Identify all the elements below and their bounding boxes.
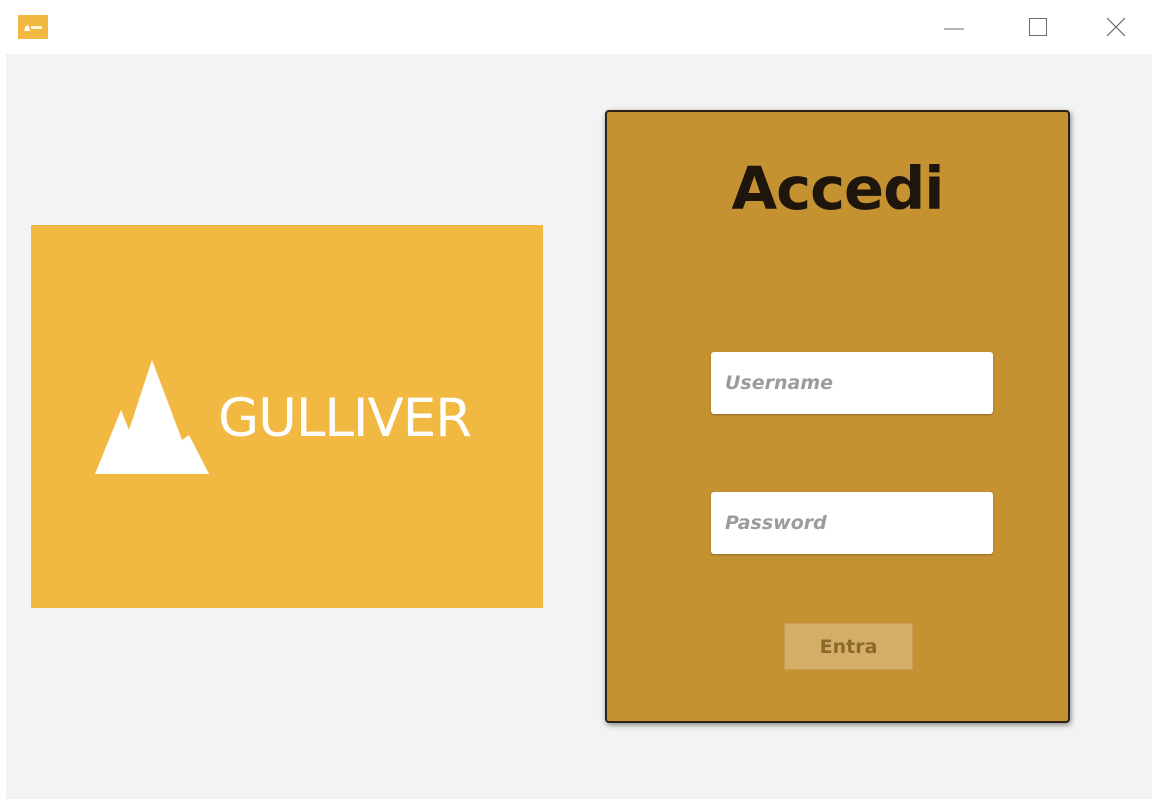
username-field[interactable] <box>711 352 993 414</box>
username-input[interactable] <box>711 352 993 414</box>
maximize-button[interactable] <box>996 0 1080 54</box>
enter-button[interactable]: Entra <box>784 623 913 670</box>
login-title: Accedi <box>731 154 944 223</box>
close-button[interactable] <box>1080 0 1152 54</box>
close-icon <box>1106 17 1126 37</box>
password-field[interactable] <box>711 492 993 554</box>
maximize-icon <box>1029 18 1047 36</box>
minimize-icon <box>944 28 964 30</box>
password-input[interactable] <box>711 492 993 554</box>
app-window: GULLIVER Accedi Entra <box>0 0 1152 801</box>
mountain-icon <box>95 360 209 474</box>
title-bar <box>0 0 1152 54</box>
minimize-button[interactable] <box>912 0 996 54</box>
app-icon <box>18 15 48 39</box>
brand-name: GULLIVER <box>218 388 472 449</box>
